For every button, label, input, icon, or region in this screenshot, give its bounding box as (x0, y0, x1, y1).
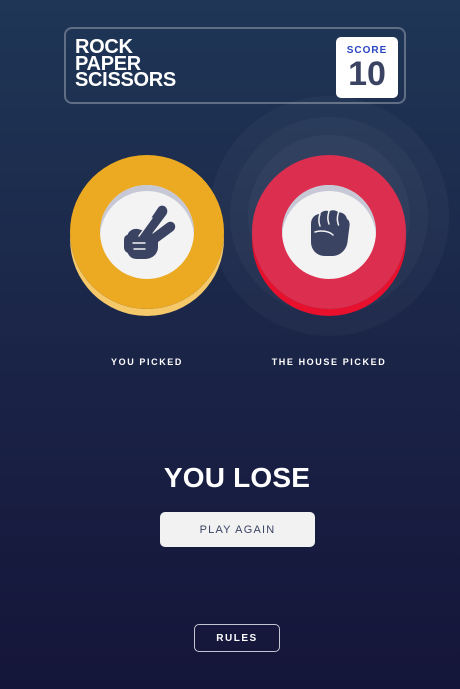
scissors-hand-icon (124, 205, 176, 259)
score-box: SCORE 10 (336, 37, 398, 98)
rock-fist-icon (311, 210, 350, 256)
house-picked-label: THE HOUSE PICKED (271, 357, 387, 367)
play-again-button[interactable]: PLAY AGAIN (160, 512, 315, 547)
title-line-scissors: SCISSORS (75, 69, 176, 91)
rules-button[interactable]: RULES (194, 624, 280, 652)
game-header: ROCK PAPER SCISSORS SCORE 10 (64, 27, 406, 104)
score-value: 10 (348, 55, 386, 93)
house-pick-inner (282, 185, 376, 279)
player-pick-inner (100, 185, 194, 279)
player-pick-scissors-token (70, 155, 224, 309)
house-pick-rock-token (252, 155, 406, 309)
you-picked-label: YOU PICKED (110, 357, 183, 367)
result-text: YOU LOSE (163, 462, 311, 493)
game-title: ROCK PAPER SCISSORS (75, 37, 176, 91)
